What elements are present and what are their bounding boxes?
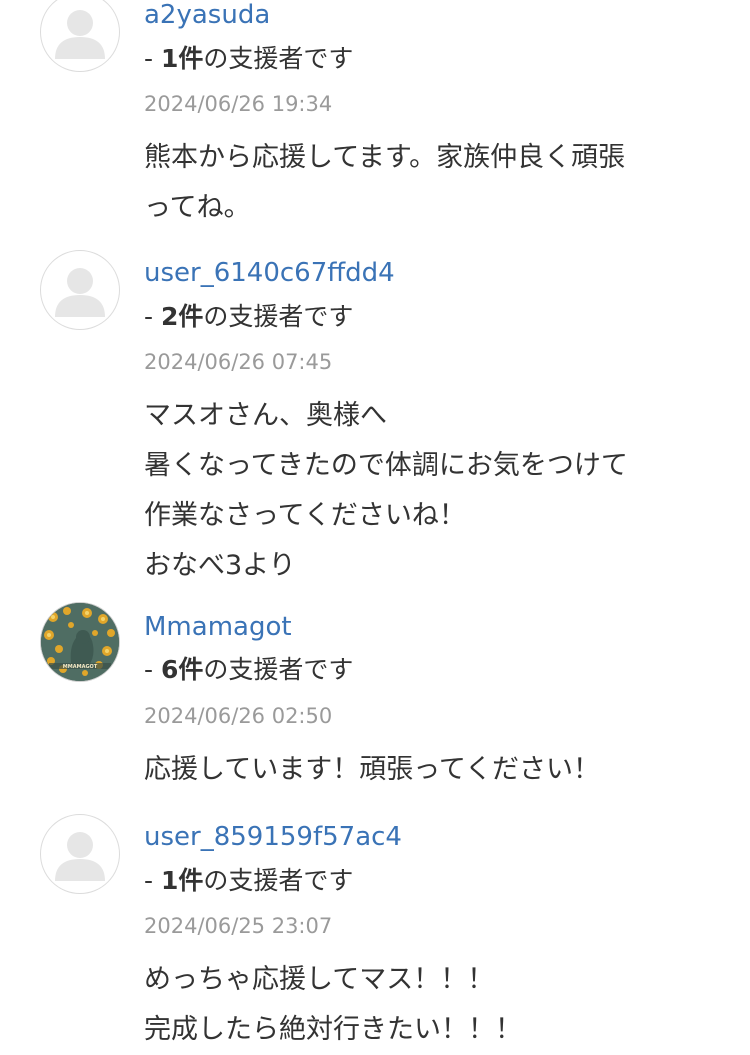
supporter-prefix: - — [144, 302, 161, 331]
supporter-prefix: - — [144, 655, 161, 684]
supporter-count: 2件 — [160, 302, 204, 331]
supporter-count-text: - 6件の支援者です — [144, 655, 353, 685]
username-link[interactable]: user_859159f57ac4 — [144, 822, 402, 852]
message-line: 応援しています！頑張ってください！ — [144, 754, 601, 785]
supporter-count-text: - 2件の支援者です — [144, 302, 353, 332]
comment-message: マスオさん、奥様へ 暑くなってきたので体調にお気をつけて 作業なさってくださいね… — [144, 391, 724, 591]
comment-message: 応援しています！頑張ってください！ — [144, 745, 724, 795]
supporter-prefix: - — [144, 866, 161, 895]
username-link[interactable]: user_6140c67ffdd4 — [144, 258, 395, 288]
message-line: 熊本から応援してます。家族仲良く頑張 — [144, 142, 626, 173]
custom-avatar-photo[interactable]: MMAMAGOT — [40, 602, 120, 682]
message-line: 作業なさってくださいね！ — [144, 500, 466, 531]
username-link[interactable]: Mmamagot — [144, 612, 292, 642]
message-line: 暑くなってきたので体調にお気をつけて — [144, 450, 628, 481]
supporter-prefix: - — [144, 44, 161, 73]
supporter-count-text: - 1件の支援者です — [144, 44, 353, 74]
svg-text:MMAMAGOT: MMAMAGOT — [63, 664, 98, 670]
supporter-count: 1件 — [160, 44, 204, 73]
message-line: めっちゃ応援してマス！！！ — [144, 964, 495, 995]
comment-message: 熊本から応援してます。家族仲良く頑張 ってね。 — [144, 133, 724, 233]
timestamp: 2024/06/26 07:45 — [144, 350, 333, 374]
timestamp: 2024/06/26 19:34 — [144, 92, 333, 116]
default-avatar-icon[interactable] — [40, 250, 120, 330]
timestamp: 2024/06/26 02:50 — [144, 704, 333, 728]
timestamp: 2024/06/25 23:07 — [144, 914, 333, 938]
supporter-count: 1件 — [160, 866, 204, 895]
supporter-suffix: の支援者です — [203, 866, 354, 895]
message-line: ってね。 — [144, 192, 251, 223]
default-avatar-icon[interactable] — [40, 814, 120, 894]
comment-message: めっちゃ応援してマス！！！ 完成したら絶対行きたい！！！ — [144, 955, 724, 1055]
default-avatar-icon[interactable] — [40, 0, 120, 72]
message-line: マスオさん、奥様へ — [144, 400, 387, 431]
message-line: おなべ3より — [144, 550, 296, 581]
supporter-suffix: の支援者です — [203, 44, 354, 73]
supporter-suffix: の支援者です — [203, 655, 354, 684]
username-link[interactable]: a2yasuda — [144, 0, 270, 30]
supporter-count-text: - 1件の支援者です — [144, 866, 353, 896]
supporter-count: 6件 — [160, 655, 204, 684]
supporter-suffix: の支援者です — [203, 302, 354, 331]
